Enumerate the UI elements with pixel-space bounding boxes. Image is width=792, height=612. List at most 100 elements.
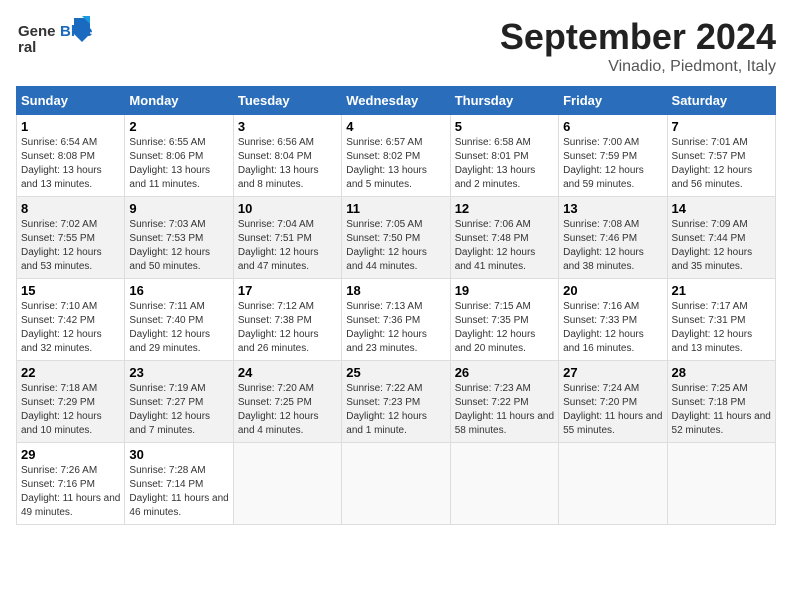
day-info: Sunrise: 7:28 AM Sunset: 7:14 PM Dayligh… <box>129 464 228 520</box>
svg-text:ral: ral <box>18 39 36 56</box>
day-info: Sunrise: 7:25 AM Sunset: 7:18 PM Dayligh… <box>672 382 771 438</box>
day-info: Sunrise: 7:11 AM Sunset: 7:40 PM Dayligh… <box>129 300 228 356</box>
day-number: 23 <box>129 365 228 380</box>
calendar-week-row: 8 Sunrise: 7:02 AM Sunset: 7:55 PM Dayli… <box>17 197 776 279</box>
day-info: Sunrise: 7:18 AM Sunset: 7:29 PM Dayligh… <box>21 382 120 438</box>
column-header-wednesday: Wednesday <box>342 87 450 115</box>
calendar-day-cell: 24 Sunrise: 7:20 AM Sunset: 7:25 PM Dayl… <box>233 361 341 443</box>
day-info: Sunrise: 6:55 AM Sunset: 8:06 PM Dayligh… <box>129 136 228 192</box>
column-header-monday: Monday <box>125 87 233 115</box>
day-info: Sunrise: 7:02 AM Sunset: 7:55 PM Dayligh… <box>21 218 120 274</box>
calendar-day-cell: 15 Sunrise: 7:10 AM Sunset: 7:42 PM Dayl… <box>17 279 125 361</box>
day-number: 22 <box>21 365 120 380</box>
day-number: 4 <box>346 119 445 134</box>
calendar-day-cell <box>233 443 341 525</box>
calendar-day-cell: 8 Sunrise: 7:02 AM Sunset: 7:55 PM Dayli… <box>17 197 125 279</box>
calendar-day-cell: 22 Sunrise: 7:18 AM Sunset: 7:29 PM Dayl… <box>17 361 125 443</box>
day-info: Sunrise: 6:54 AM Sunset: 8:08 PM Dayligh… <box>21 136 120 192</box>
day-number: 29 <box>21 447 120 462</box>
calendar-table: SundayMondayTuesdayWednesdayThursdayFrid… <box>16 86 776 525</box>
title-area: September 2024 Vinadio, Piedmont, Italy <box>500 16 776 76</box>
calendar-day-cell <box>559 443 667 525</box>
calendar-day-cell: 28 Sunrise: 7:25 AM Sunset: 7:18 PM Dayl… <box>667 361 775 443</box>
day-info: Sunrise: 7:15 AM Sunset: 7:35 PM Dayligh… <box>455 300 554 356</box>
day-number: 8 <box>21 201 120 216</box>
calendar-week-row: 15 Sunrise: 7:10 AM Sunset: 7:42 PM Dayl… <box>17 279 776 361</box>
day-number: 12 <box>455 201 554 216</box>
calendar-day-cell: 6 Sunrise: 7:00 AM Sunset: 7:59 PM Dayli… <box>559 115 667 197</box>
day-info: Sunrise: 7:03 AM Sunset: 7:53 PM Dayligh… <box>129 218 228 274</box>
day-number: 6 <box>563 119 662 134</box>
day-info: Sunrise: 7:04 AM Sunset: 7:51 PM Dayligh… <box>238 218 337 274</box>
day-number: 27 <box>563 365 662 380</box>
day-number: 13 <box>563 201 662 216</box>
calendar-day-cell: 4 Sunrise: 6:57 AM Sunset: 8:02 PM Dayli… <box>342 115 450 197</box>
calendar-day-cell: 13 Sunrise: 7:08 AM Sunset: 7:46 PM Dayl… <box>559 197 667 279</box>
day-number: 21 <box>672 283 771 298</box>
day-number: 2 <box>129 119 228 134</box>
header: Gene ral Blue September 2024 Vinadio, Pi… <box>16 16 776 76</box>
calendar-day-cell: 10 Sunrise: 7:04 AM Sunset: 7:51 PM Dayl… <box>233 197 341 279</box>
calendar-day-cell: 17 Sunrise: 7:12 AM Sunset: 7:38 PM Dayl… <box>233 279 341 361</box>
day-number: 3 <box>238 119 337 134</box>
day-info: Sunrise: 7:17 AM Sunset: 7:31 PM Dayligh… <box>672 300 771 356</box>
calendar-day-cell: 18 Sunrise: 7:13 AM Sunset: 7:36 PM Dayl… <box>342 279 450 361</box>
calendar-day-cell: 23 Sunrise: 7:19 AM Sunset: 7:27 PM Dayl… <box>125 361 233 443</box>
day-number: 26 <box>455 365 554 380</box>
day-number: 7 <box>672 119 771 134</box>
day-number: 25 <box>346 365 445 380</box>
column-header-tuesday: Tuesday <box>233 87 341 115</box>
day-number: 20 <box>563 283 662 298</box>
column-header-thursday: Thursday <box>450 87 558 115</box>
day-number: 10 <box>238 201 337 216</box>
day-info: Sunrise: 7:05 AM Sunset: 7:50 PM Dayligh… <box>346 218 445 274</box>
calendar-day-cell: 14 Sunrise: 7:09 AM Sunset: 7:44 PM Dayl… <box>667 197 775 279</box>
calendar-day-cell: 7 Sunrise: 7:01 AM Sunset: 7:57 PM Dayli… <box>667 115 775 197</box>
calendar-day-cell: 19 Sunrise: 7:15 AM Sunset: 7:35 PM Dayl… <box>450 279 558 361</box>
day-info: Sunrise: 6:57 AM Sunset: 8:02 PM Dayligh… <box>346 136 445 192</box>
day-info: Sunrise: 7:19 AM Sunset: 7:27 PM Dayligh… <box>129 382 228 438</box>
day-number: 16 <box>129 283 228 298</box>
day-info: Sunrise: 7:08 AM Sunset: 7:46 PM Dayligh… <box>563 218 662 274</box>
day-number: 30 <box>129 447 228 462</box>
day-info: Sunrise: 6:56 AM Sunset: 8:04 PM Dayligh… <box>238 136 337 192</box>
day-info: Sunrise: 7:09 AM Sunset: 7:44 PM Dayligh… <box>672 218 771 274</box>
calendar-day-cell: 5 Sunrise: 6:58 AM Sunset: 8:01 PM Dayli… <box>450 115 558 197</box>
day-info: Sunrise: 7:20 AM Sunset: 7:25 PM Dayligh… <box>238 382 337 438</box>
calendar-day-cell: 29 Sunrise: 7:26 AM Sunset: 7:16 PM Dayl… <box>17 443 125 525</box>
column-header-sunday: Sunday <box>17 87 125 115</box>
day-number: 15 <box>21 283 120 298</box>
logo: Gene ral Blue <box>16 16 96 61</box>
day-number: 11 <box>346 201 445 216</box>
calendar-day-cell: 26 Sunrise: 7:23 AM Sunset: 7:22 PM Dayl… <box>450 361 558 443</box>
calendar-day-cell <box>342 443 450 525</box>
calendar-week-row: 22 Sunrise: 7:18 AM Sunset: 7:29 PM Dayl… <box>17 361 776 443</box>
calendar-day-cell: 12 Sunrise: 7:06 AM Sunset: 7:48 PM Dayl… <box>450 197 558 279</box>
calendar-week-row: 29 Sunrise: 7:26 AM Sunset: 7:16 PM Dayl… <box>17 443 776 525</box>
day-info: Sunrise: 7:13 AM Sunset: 7:36 PM Dayligh… <box>346 300 445 356</box>
month-title: September 2024 <box>500 16 776 58</box>
day-info: Sunrise: 7:24 AM Sunset: 7:20 PM Dayligh… <box>563 382 662 438</box>
calendar-day-cell: 25 Sunrise: 7:22 AM Sunset: 7:23 PM Dayl… <box>342 361 450 443</box>
calendar-day-cell: 30 Sunrise: 7:28 AM Sunset: 7:14 PM Dayl… <box>125 443 233 525</box>
calendar-day-cell: 21 Sunrise: 7:17 AM Sunset: 7:31 PM Dayl… <box>667 279 775 361</box>
calendar-day-cell: 2 Sunrise: 6:55 AM Sunset: 8:06 PM Dayli… <box>125 115 233 197</box>
day-info: Sunrise: 7:16 AM Sunset: 7:33 PM Dayligh… <box>563 300 662 356</box>
location-subtitle: Vinadio, Piedmont, Italy <box>500 58 776 76</box>
day-info: Sunrise: 7:22 AM Sunset: 7:23 PM Dayligh… <box>346 382 445 438</box>
day-number: 18 <box>346 283 445 298</box>
day-number: 14 <box>672 201 771 216</box>
calendar-day-cell: 3 Sunrise: 6:56 AM Sunset: 8:04 PM Dayli… <box>233 115 341 197</box>
calendar-day-cell: 1 Sunrise: 6:54 AM Sunset: 8:08 PM Dayli… <box>17 115 125 197</box>
day-number: 24 <box>238 365 337 380</box>
day-number: 17 <box>238 283 337 298</box>
calendar-day-cell: 9 Sunrise: 7:03 AM Sunset: 7:53 PM Dayli… <box>125 197 233 279</box>
day-info: Sunrise: 7:00 AM Sunset: 7:59 PM Dayligh… <box>563 136 662 192</box>
column-header-saturday: Saturday <box>667 87 775 115</box>
calendar-header-row: SundayMondayTuesdayWednesdayThursdayFrid… <box>17 87 776 115</box>
calendar-day-cell: 11 Sunrise: 7:05 AM Sunset: 7:50 PM Dayl… <box>342 197 450 279</box>
svg-text:Gene: Gene <box>18 23 56 40</box>
day-number: 19 <box>455 283 554 298</box>
day-number: 5 <box>455 119 554 134</box>
day-number: 28 <box>672 365 771 380</box>
